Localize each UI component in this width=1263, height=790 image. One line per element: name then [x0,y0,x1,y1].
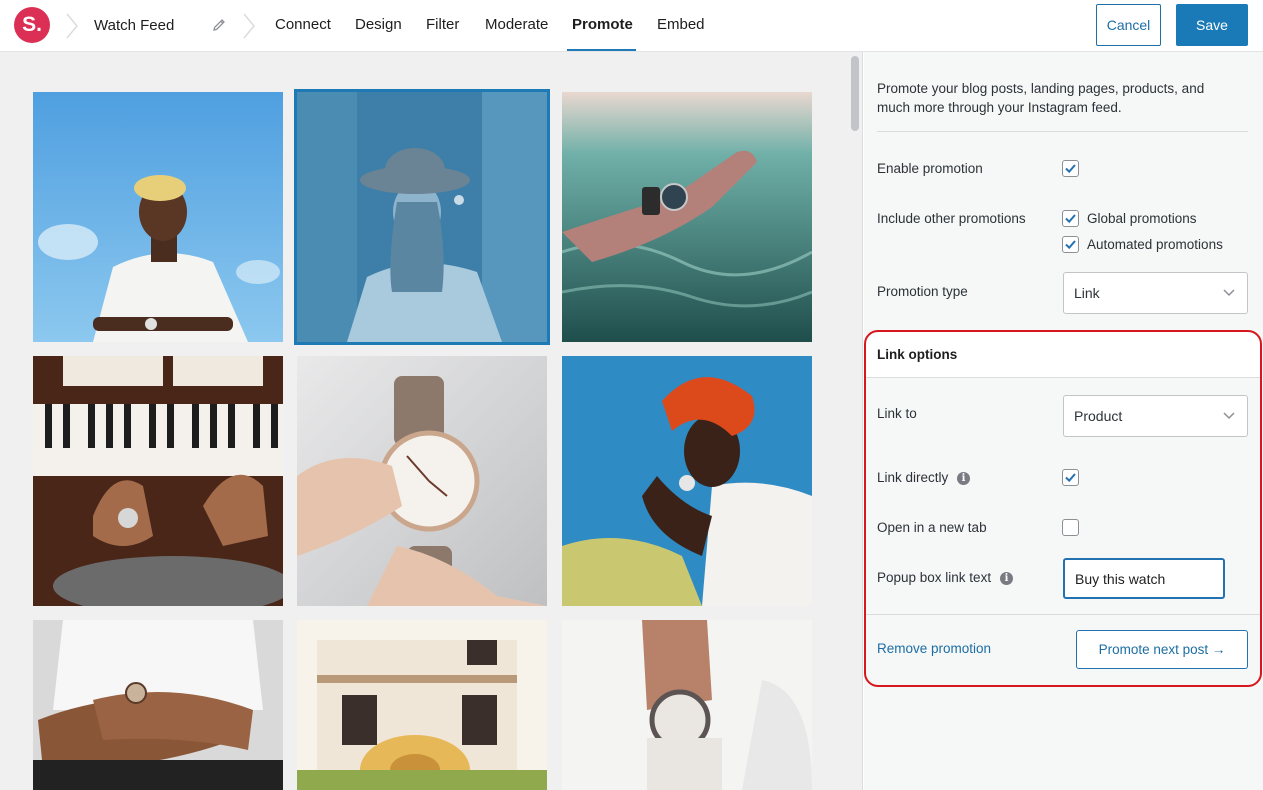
post-tile[interactable] [33,356,283,606]
include-other-promotions-label: Include other promotions [877,211,1026,226]
tab-moderate[interactable]: Moderate [485,16,548,52]
promotion-type-select[interactable]: Link [1063,272,1248,314]
chevron-down-icon [1223,289,1235,297]
global-promotions-label[interactable]: Global promotions [1087,211,1197,226]
checkmark-icon [1065,164,1076,174]
breadcrumb-chevron-icon [243,13,255,39]
post-tile[interactable] [33,620,283,790]
post-image [562,92,812,342]
post-tile[interactable] [562,356,812,606]
link-options-highlight [864,330,1262,687]
post-image [33,620,283,790]
enable-promotion-checkbox[interactable] [1062,160,1079,177]
active-tab-indicator [567,49,636,51]
feed-name: Watch Feed [94,17,175,34]
enable-promotion-label: Enable promotion [877,161,983,176]
post-image [297,356,547,606]
post-image [33,356,283,606]
feed-preview [0,52,848,790]
promotion-type-value: Link [1074,285,1100,301]
checkmark-icon [1065,240,1076,250]
brand-logo[interactable]: S. [14,7,50,43]
promotion-type-label: Promotion type [877,284,968,299]
checkmark-icon [1065,214,1076,224]
post-tile-selected[interactable] [294,89,550,345]
save-button[interactable]: Save [1176,4,1248,46]
automated-promotions-checkbox[interactable] [1062,236,1079,253]
preview-scrollbar[interactable] [848,52,863,790]
post-image [33,92,283,342]
cancel-button[interactable]: Cancel [1096,4,1161,46]
global-promotions-checkbox[interactable] [1062,210,1079,227]
post-tile[interactable] [562,92,812,342]
tab-connect[interactable]: Connect [275,16,331,52]
tab-design[interactable]: Design [355,16,402,52]
top-bar: S. Watch Feed Connect Design Filter Mode… [0,0,1263,52]
post-tile[interactable] [297,620,547,790]
preview-scrollbar-thumb[interactable] [851,56,859,131]
post-image [562,620,812,790]
pencil-icon[interactable] [211,17,227,33]
post-tile[interactable] [297,356,547,606]
tab-embed[interactable]: Embed [657,16,705,52]
divider [877,131,1248,132]
post-image [297,92,547,342]
panel-description: Promote your blog posts, landing pages, … [877,81,1205,115]
post-tile[interactable] [562,620,812,790]
automated-promotions-label[interactable]: Automated promotions [1087,237,1223,252]
post-image [562,356,812,606]
breadcrumb-chevron-icon [66,13,78,39]
tab-promote[interactable]: Promote [572,16,633,52]
post-tile[interactable] [33,92,283,342]
post-image [297,620,547,790]
tab-filter[interactable]: Filter [426,16,459,52]
